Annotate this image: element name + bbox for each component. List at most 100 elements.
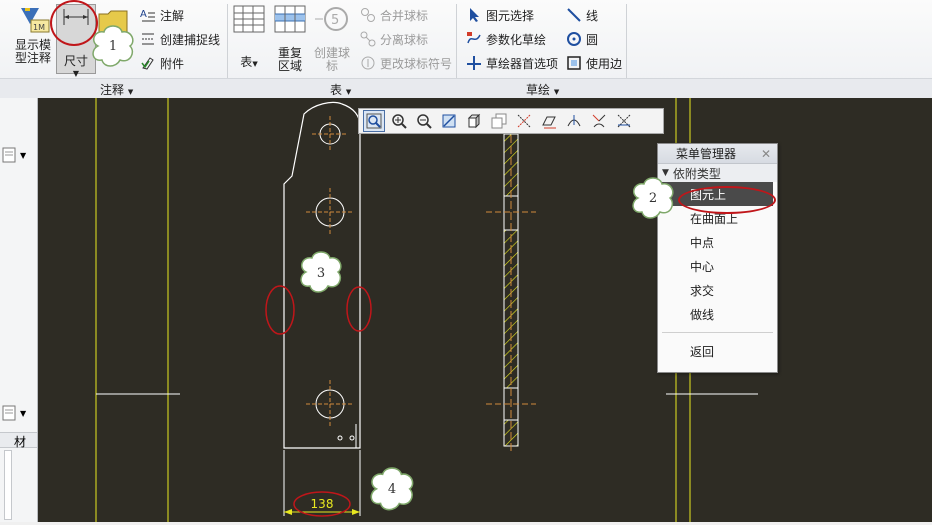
balloon-icon: 5 xyxy=(315,7,348,31)
chevron-down-icon: ▼ xyxy=(345,88,352,96)
annotation-display-icon[interactable] xyxy=(613,110,635,132)
dimension-arrow xyxy=(284,509,292,515)
merge-balloons-label: 合并球标 xyxy=(380,8,429,23)
menu-item-back[interactable]: 返回 xyxy=(658,339,777,363)
separate-balloons-label: 分离球标 xyxy=(380,32,429,47)
highlight-ellipse xyxy=(265,285,295,335)
menu-item-intersect[interactable]: 求交 xyxy=(658,278,777,302)
highlight-ellipse xyxy=(678,186,776,214)
table-icon xyxy=(233,5,265,33)
highlight-ellipse xyxy=(346,286,372,332)
repaint-icon[interactable] xyxy=(438,110,460,132)
line-label: 线 xyxy=(586,8,599,23)
menu-item-make-line[interactable]: 做线 xyxy=(658,302,777,326)
repeat-region-button[interactable]: 重复区域 xyxy=(272,4,308,73)
small-hole xyxy=(337,435,343,441)
parametric-sketch-label: 参数化草绘 xyxy=(486,32,547,47)
step-callout-4: 4 xyxy=(366,466,418,512)
datum-plane-display-icon[interactable] xyxy=(538,110,560,132)
element-select-label: 图元选择 xyxy=(486,8,535,23)
group-label-sketch[interactable]: 草绘 ▼ xyxy=(526,81,559,98)
repeat-region-label: 重复区域 xyxy=(277,46,302,73)
chevron-down-icon: ▼ xyxy=(20,408,27,418)
document-icon xyxy=(2,147,16,163)
panel-dropdown[interactable]: ▼ xyxy=(0,402,36,424)
drawing-sheet[interactable]: 138 xyxy=(38,98,932,522)
change-balloon-symbol-label: 更改球标符号 xyxy=(380,56,453,71)
sketcher-prefs-label: 草绘器首选项 xyxy=(486,56,559,71)
table-label: 表 xyxy=(240,55,253,69)
line-icon xyxy=(567,8,581,22)
circle-icon xyxy=(567,32,581,46)
element-select-button[interactable]: 图元选择 xyxy=(466,5,534,25)
separate-balloons-button[interactable]: 分离球标 xyxy=(360,29,428,49)
create-balloon-button[interactable]: 5 创建球标 xyxy=(312,4,352,73)
datum-axis-display-icon[interactable] xyxy=(513,110,535,132)
chevron-down-icon: ▼ xyxy=(127,88,134,96)
drawing-canvas[interactable]: 138 xyxy=(38,98,932,522)
note-button[interactable]: A 注解 xyxy=(140,5,184,25)
chevron-down-icon: ▼ xyxy=(252,60,258,68)
change-balloon-symbol-icon xyxy=(361,56,375,70)
saved-views-icon[interactable] xyxy=(488,110,510,132)
attach-type-label: 依附类型 xyxy=(672,166,721,181)
zoom-out-icon[interactable] xyxy=(413,110,435,132)
menu-manager-title: 菜单管理器 xyxy=(676,147,737,161)
model-annotation-icon: 1M xyxy=(21,8,50,33)
svg-text:A: A xyxy=(140,9,147,20)
csys-display-icon[interactable] xyxy=(588,110,610,132)
circle-button[interactable]: 圆 xyxy=(566,29,598,49)
hole-top xyxy=(312,116,348,152)
menu-item-midpoint[interactable]: 中点 xyxy=(658,230,777,254)
sketcher-prefs-button[interactable]: 草绘器首选项 xyxy=(466,53,558,73)
menu-item-center[interactable]: 中心 xyxy=(658,254,777,278)
display-style-icon[interactable] xyxy=(463,110,485,132)
cursor-arrow-icon xyxy=(470,8,479,22)
parametric-sketch-button[interactable]: 参数化草绘 xyxy=(466,29,546,49)
attachment-button[interactable]: 附件 xyxy=(140,53,184,73)
zoom-in-icon[interactable] xyxy=(388,110,410,132)
table-button[interactable]: 表▼ xyxy=(232,4,266,70)
close-icon[interactable]: ✕ xyxy=(761,147,771,161)
attachment-label: 附件 xyxy=(160,56,185,71)
menu-manager-titlebar[interactable]: 菜单管理器 ✕ xyxy=(658,144,777,164)
create-capture-line-button[interactable]: 创建捕捉线 xyxy=(140,29,220,49)
line-button[interactable]: 线 xyxy=(566,5,598,25)
use-edge-button[interactable]: 使用边 xyxy=(566,53,622,73)
svg-text:1M: 1M xyxy=(33,23,45,32)
side-view-section xyxy=(486,124,536,454)
create-balloon-label: 创建球标 xyxy=(314,46,351,73)
dimension-arrow xyxy=(352,509,360,515)
hole-middle xyxy=(306,188,354,236)
table-column-header[interactable]: 材 xyxy=(0,432,37,449)
svg-text:5: 5 xyxy=(331,13,339,28)
step-callout-3: 3 xyxy=(296,250,346,296)
dimension-text: 138 xyxy=(311,497,334,511)
panel-dropdown[interactable]: ▼ xyxy=(0,144,36,166)
datum-point-display-icon[interactable] xyxy=(563,110,585,132)
group-label-annotation[interactable]: 注释 ▼ xyxy=(100,81,133,98)
document-icon xyxy=(2,405,16,421)
note-icon: A xyxy=(140,9,155,22)
circle-label: 圆 xyxy=(586,32,599,47)
parametric-sketch-icon xyxy=(467,32,481,44)
zoom-fit-icon[interactable] xyxy=(363,110,385,132)
change-balloon-symbol-button[interactable]: 更改球标符号 xyxy=(360,53,452,73)
chevron-down-icon: ▼ xyxy=(553,88,560,96)
chevron-down-icon: ▼ xyxy=(72,69,80,78)
create-capture-line-label: 创建捕捉线 xyxy=(160,32,221,47)
ribbon: 1M 显示模型注释 尺寸 ▼ A 注解 创建捕捉线 附件 表▼ 重复区域 5 创… xyxy=(0,0,932,98)
step-callout-1: 1 xyxy=(88,24,138,68)
step-callout-2: 2 xyxy=(628,176,678,220)
use-edge-icon xyxy=(567,56,581,70)
separate-balloons-icon xyxy=(360,31,376,47)
scrollbar[interactable] xyxy=(4,450,12,520)
merge-balloons-button[interactable]: 合并球标 xyxy=(360,5,428,25)
capture-line-icon xyxy=(142,33,154,45)
chevron-down-icon: ▼ xyxy=(20,150,27,160)
show-model-annotations-button[interactable]: 1M 显示模型注释 xyxy=(10,4,58,65)
group-label-table[interactable]: 表 ▼ xyxy=(330,81,351,98)
attachment-icon xyxy=(141,57,154,70)
note-label: 注解 xyxy=(160,8,185,23)
view-toolbar xyxy=(358,108,664,134)
